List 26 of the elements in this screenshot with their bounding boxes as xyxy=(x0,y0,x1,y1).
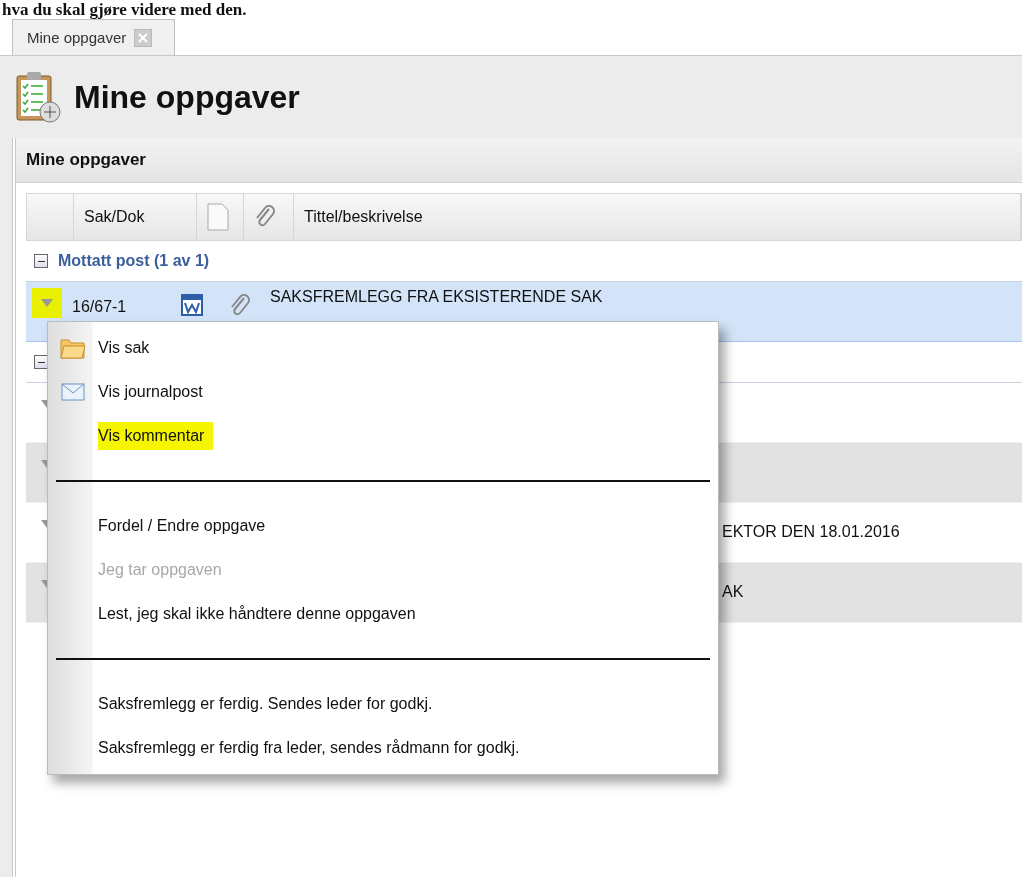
task-title: EKTOR DEN 18.01.2016 xyxy=(722,522,900,541)
menu-item[interactable]: Lest, jeg skal ikke håndtere denne oppgaven xyxy=(48,592,718,636)
paperclip-icon xyxy=(254,205,276,229)
collapse-toggle[interactable] xyxy=(34,355,48,369)
envelope-icon xyxy=(61,383,85,401)
page-title: Mine oppgaver xyxy=(74,78,300,116)
document-icon xyxy=(207,203,229,231)
column-header[interactable]: Sak/Dok xyxy=(74,194,197,240)
folder-icon xyxy=(60,337,86,359)
task-title: SAKSFREMLEGG FRA EKSISTERENDE SAK xyxy=(269,288,603,306)
menu-item[interactable]: Saksfremlegg er ferdig. Sendes leder for godkj. xyxy=(48,682,718,726)
menu-item[interactable]: Vis journalpost xyxy=(48,370,718,414)
task-clipboard-icon xyxy=(14,70,62,124)
paperclip-icon xyxy=(229,294,251,318)
panel-title: Mine oppgaver xyxy=(26,150,146,170)
document-caption: hva du skal gjøre videre med den. xyxy=(1,0,248,19)
tab[interactable]: Mine oppgaver xyxy=(12,19,176,55)
menu-item[interactable]: Fordel / Endre oppgave xyxy=(48,504,718,548)
group-label: Mottatt post (1 av 1) xyxy=(58,252,210,270)
column-header[interactable]: Tittel/beskrivelse xyxy=(294,194,1021,240)
word-document-icon[interactable] xyxy=(181,294,203,316)
collapse-toggle[interactable] xyxy=(34,254,48,268)
menu-item[interactable]: Saksfremlegg er ferdig fra leder, sendes rådmann for godkj. xyxy=(48,726,718,770)
menu-item[interactable]: Vis kommentar xyxy=(48,414,718,458)
task-title: AK xyxy=(722,582,744,601)
case-number: 16/67-1 xyxy=(71,297,128,316)
